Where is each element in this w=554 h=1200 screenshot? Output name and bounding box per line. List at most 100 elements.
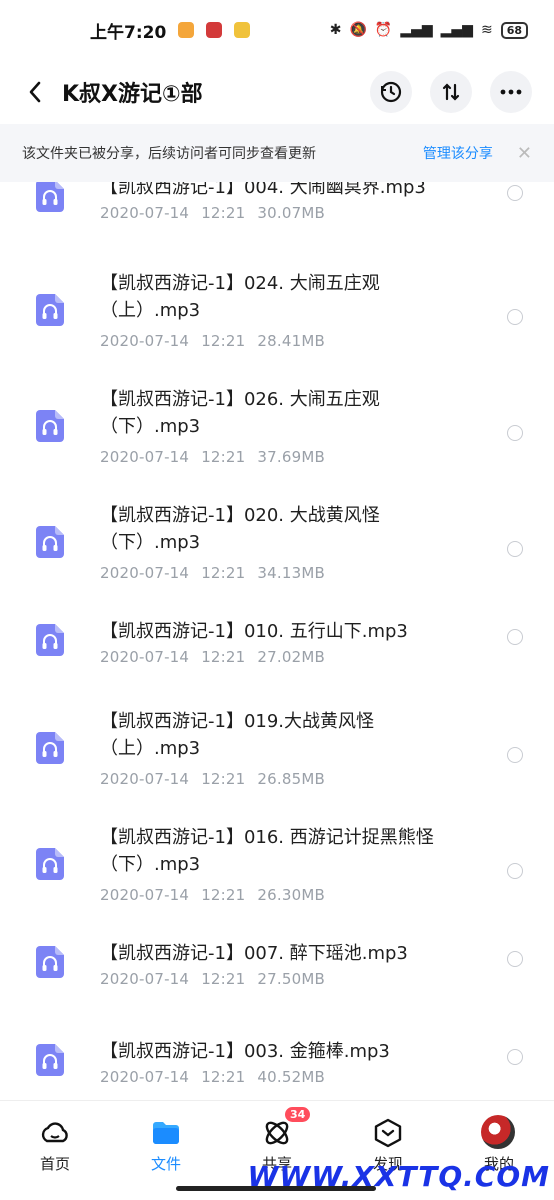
history-icon (380, 81, 402, 103)
file-name: 【凯叔西游记-1】010. 五行山下.mp3 (100, 618, 480, 645)
file-size: 27.02MB (257, 648, 325, 666)
file-row[interactable]: 【凯叔西游记-1】019.大战黄风怪 （上）.mp3 2020-07-14 12:21… (0, 708, 554, 824)
more-button[interactable] (490, 71, 532, 113)
file-name: 【凯叔西游记-1】019.大战黄风怪 （上）.mp3 (100, 708, 480, 762)
audio-file-icon (36, 946, 64, 978)
file-date: 2020-07-14 (100, 770, 190, 788)
file-meta: 2020-07-14 12:21 40.52MB (100, 1068, 325, 1086)
file-row[interactable]: 【凯叔西游记-1】016. 西游记计捉黑熊怪 （下）.mp3 2020-07-14 1… (0, 824, 554, 940)
file-row[interactable]: 【凯叔西游记-1】026. 大闹五庄观 （下）.mp3 2020-07-14 12:2… (0, 386, 554, 502)
status-time: 上午7:20 (90, 22, 167, 43)
file-size: 27.50MB (257, 970, 325, 988)
file-meta: 2020-07-14 12:21 28.41MB (100, 332, 325, 350)
file-date: 2020-07-14 (100, 564, 190, 582)
file-name-line: 【凯叔西游记-1】024. 大闹五庄观 (100, 273, 380, 294)
audio-file-icon (36, 848, 64, 880)
file-meta: 2020-07-14 12:21 27.02MB (100, 648, 325, 666)
file-name-line: 【凯叔西游记-1】004. 大闹幽冥界.mp3 (100, 182, 426, 198)
file-date: 2020-07-14 (100, 970, 190, 988)
select-radio[interactable] (507, 951, 523, 967)
file-row[interactable]: 【凯叔西游记-1】007. 醉下瑶池.mp3 2020-07-14 12:21 27.… (0, 940, 554, 1030)
file-row[interactable]: 【凯叔西游记-1】020. 大战黄风怪 （下）.mp3 2020-07-14 12:2… (0, 502, 554, 618)
file-name-line: （下）.mp3 (100, 854, 201, 875)
file-time: 12:21 (201, 204, 246, 222)
share-atom-icon (265, 1121, 289, 1145)
file-row[interactable]: 【凯叔西游记-1】010. 五行山下.mp3 2020-07-14 12:21 27.… (0, 618, 554, 708)
app-notification-icon (178, 22, 195, 38)
audio-file-icon (36, 732, 64, 764)
tab-label: 首页 (39, 1155, 70, 1173)
file-name-line: （下）.mp3 (100, 416, 201, 437)
file-date: 2020-07-14 (100, 1068, 190, 1086)
file-date: 2020-07-14 (100, 332, 190, 350)
file-name: 【凯叔西游记-1】007. 醉下瑶池.mp3 (100, 940, 480, 967)
file-size: 40.52MB (257, 1068, 325, 1086)
audio-file-icon (36, 1044, 64, 1076)
file-meta: 2020-07-14 12:21 30.07MB (100, 204, 325, 222)
battery-indicator: 68 (500, 21, 528, 39)
discover-cube-icon (374, 1118, 402, 1148)
select-radio[interactable] (507, 309, 523, 325)
bluetooth-icon: ✱ (329, 22, 342, 38)
file-size: 34.13MB (257, 564, 325, 582)
tab-home[interactable]: 首页 (15, 1101, 95, 1200)
file-meta: 2020-07-14 12:21 26.30MB (100, 886, 325, 904)
sort-button[interactable] (430, 71, 472, 113)
signal-icon: ▂▄▆ (440, 22, 473, 38)
notification-badge: 34 (285, 1107, 311, 1122)
select-radio[interactable] (507, 541, 523, 557)
status-indicators: ✱ 🔕 ⏰ ▂▄▆ ▂▄▆ ≋ 68 (329, 21, 528, 39)
page-title: K叔X游记①部 (62, 82, 203, 107)
file-row[interactable]: 【凯叔西游记-1】003. 金箍棒.mp3 2020-07-14 12:21 40.5… (0, 1038, 554, 1100)
file-time: 12:21 (201, 648, 246, 666)
file-size: 37.69MB (257, 448, 325, 466)
file-name-line: （上）.mp3 (100, 300, 201, 321)
select-radio[interactable] (507, 1049, 523, 1065)
select-radio[interactable] (507, 863, 523, 879)
file-row[interactable]: 【凯叔西游记-1】024. 大闹五庄观 （上）.mp3 2020-07-14 12:2… (0, 270, 554, 386)
home-indicator (176, 1186, 376, 1191)
audio-file-icon (36, 624, 64, 656)
file-size: 28.41MB (257, 332, 325, 350)
file-time: 12:21 (201, 1068, 246, 1086)
history-button[interactable] (370, 71, 412, 113)
select-radio[interactable] (507, 629, 523, 645)
wifi-icon: ≋ (480, 22, 493, 38)
file-time: 12:21 (201, 770, 246, 788)
file-name: 【凯叔西游记-1】016. 西游记计捉黑熊怪 （下）.mp3 (100, 824, 480, 878)
select-radio[interactable] (507, 425, 523, 441)
manage-share-link[interactable]: 管理该分享 (423, 143, 493, 163)
file-name: 【凯叔西游记-1】024. 大闹五庄观 （上）.mp3 (100, 270, 480, 324)
file-list: 【凯叔西游记-1】004. 大闹幽冥界.mp3 2020-07-14 12:21 30… (0, 182, 554, 1100)
file-name: 【凯叔西游记-1】026. 大闹五庄观 （下）.mp3 (100, 386, 480, 440)
close-icon[interactable]: ✕ (517, 143, 532, 164)
file-name: 【凯叔西游记-1】020. 大战黄风怪 （下）.mp3 (100, 502, 480, 556)
file-meta: 2020-07-14 12:21 27.50MB (100, 970, 325, 988)
file-size: 26.30MB (257, 886, 325, 904)
folder-icon (153, 1122, 179, 1144)
share-banner: 该文件夹已被分享，后续访问者可同步查看更新 管理该分享 ✕ (0, 124, 554, 182)
file-size: 26.85MB (257, 770, 325, 788)
signal-icon: ▂▄▆ (400, 22, 433, 38)
file-name-line: 【凯叔西游记-1】026. 大闹五庄观 (100, 389, 380, 410)
more-icon (500, 89, 522, 95)
file-name-line: （上）.mp3 (100, 738, 201, 759)
file-name-line: 【凯叔西游记-1】020. 大战黄风怪 (100, 505, 380, 526)
alarm-icon: ⏰ (374, 22, 393, 38)
audio-file-icon (36, 182, 64, 212)
app-notification-icon (206, 22, 223, 38)
file-date: 2020-07-14 (100, 204, 190, 222)
file-name-line: 【凯叔西游记-1】016. 西游记计捉黑熊怪 (100, 827, 434, 848)
file-name: 【凯叔西游记-1】003. 金箍棒.mp3 (100, 1038, 480, 1065)
select-radio[interactable] (507, 747, 523, 763)
file-date: 2020-07-14 (100, 448, 190, 466)
file-time: 12:21 (201, 886, 246, 904)
file-time: 12:21 (201, 564, 246, 582)
select-radio[interactable] (507, 185, 523, 201)
file-time: 12:21 (201, 448, 246, 466)
file-name-line: 【凯叔西游记-1】019.大战黄风怪 (100, 711, 375, 732)
file-row[interactable]: 【凯叔西游记-1】004. 大闹幽冥界.mp3 2020-07-14 12:21 30… (0, 182, 554, 264)
file-name-line: 【凯叔西游记-1】007. 醉下瑶池.mp3 (100, 943, 408, 964)
alarm-notification-icon (234, 22, 251, 38)
chevron-left-icon[interactable] (20, 77, 50, 107)
